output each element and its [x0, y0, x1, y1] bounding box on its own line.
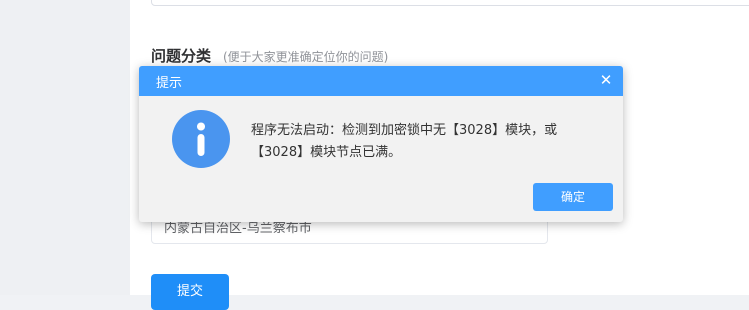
ok-button[interactable]: 确定 [533, 183, 613, 211]
dialog-title: 提示 [156, 76, 183, 91]
info-icon [172, 110, 230, 168]
close-icon[interactable]: ✕ [598, 71, 614, 89]
left-sidebar-strip [0, 0, 130, 295]
submit-button[interactable]: 提交 [151, 274, 229, 310]
top-text-input[interactable] [151, 0, 749, 6]
dialog-message: 程序无法启动：检测到加密锁中无【3028】模块，或【3028】模块节点已满。 [251, 123, 558, 160]
alert-dialog: 提示 ✕ 程序无法启动：检测到加密锁中无【3028】模块，或【3028】模块节点… [139, 66, 623, 222]
dialog-header: 提示 ✕ [139, 66, 623, 96]
section-title: 问题分类 [151, 47, 212, 65]
section-hint: (便于大家更准确定位你的问题) [223, 50, 389, 64]
